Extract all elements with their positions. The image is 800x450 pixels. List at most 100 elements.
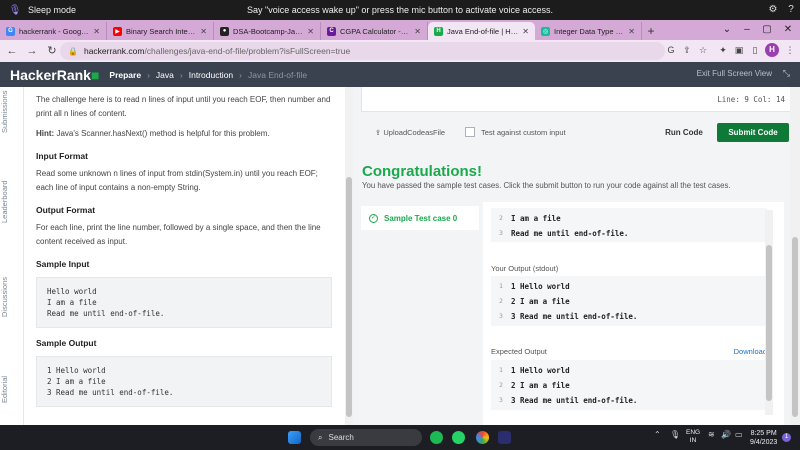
output-line: 11 Hello world [499, 365, 570, 375]
browser-tab[interactable]: C CGPA Calculator - Know Ho... ✕ [321, 22, 428, 40]
close-tab-icon[interactable]: ✕ [307, 27, 314, 36]
problem-statement: The challenge here is to read n lines of… [24, 87, 344, 425]
test-case-name: Sample Test case 0 [384, 213, 458, 223]
test-case-list: ✓ Sample Test case 0 [361, 202, 483, 425]
breadcrumb: Prepare › Java › Introduction › Java End… [109, 70, 307, 80]
run-code-button[interactable]: Run Code [656, 124, 712, 142]
sample-output-line: 2 I am a file [47, 377, 106, 386]
taskbar-search[interactable]: ⌕ Search [310, 429, 422, 446]
new-tab-button[interactable]: + [642, 22, 660, 40]
test-case-item[interactable]: ✓ Sample Test case 0 [361, 206, 479, 230]
your-output-box: 11 Hello world 22 I am a file 33 Read me… [491, 276, 767, 326]
test-results: ✓ Sample Test case 0 2I am a file 3 Read … [361, 202, 784, 425]
crumb-java[interactable]: Java [156, 70, 174, 80]
whatsapp-icon[interactable] [452, 431, 465, 444]
chrome-icon[interactable] [476, 431, 489, 444]
windows-taskbar: ⌕ Search ⌃ 🎙 ENG IN ≋ 🔊 ▭ 8:25 PM 9/4/2023… [0, 425, 800, 450]
output-line: 33 Read me until end-of-file. [499, 311, 638, 321]
browser-tab-strip: Ghackerrank - Google Search ✕ ▶ Binary Sear… [0, 20, 800, 40]
test-case-detail: 2I am a file 3 Read me until end-of-file.… [491, 202, 776, 425]
extensions-icon[interactable]: ✦ [716, 43, 730, 57]
browser-tab[interactable]: ● DSA-Bootcamp-Java/assig...✕ [214, 22, 321, 40]
lock-icon[interactable]: 🔒 [68, 47, 78, 56]
wifi-icon[interactable]: ≋ [708, 430, 715, 439]
collapse-icon[interactable]: ⤡ [783, 68, 790, 79]
close-tab-icon[interactable]: ✕ [414, 27, 421, 36]
tab-submissions[interactable]: Submissions [0, 87, 24, 137]
clock[interactable]: 8:25 PM 9/4/2023 [750, 429, 777, 447]
favicon-icon: C [327, 26, 336, 36]
chevron-up-icon[interactable]: ⌃ [654, 430, 661, 439]
output-line: 22 I am a file [499, 380, 570, 390]
submit-code-button[interactable]: Submit Code [717, 123, 789, 142]
mic-icon[interactable]: 🎙 [670, 430, 680, 439]
spotify-icon[interactable] [430, 431, 443, 444]
output-line: 2I am a file [499, 213, 561, 223]
address-bar[interactable]: 🔒 hackerrank.com/challenges/java-end-of-… [60, 42, 665, 60]
close-icon[interactable]: ✕ [778, 20, 798, 40]
profile-avatar[interactable]: H [765, 43, 779, 57]
sidepanel-icon[interactable]: ▯ [748, 43, 762, 57]
language-indicator[interactable]: ENG IN [686, 429, 700, 445]
close-tab-icon[interactable]: ✕ [628, 27, 635, 36]
intellij-icon[interactable] [498, 431, 511, 444]
check-circle-icon: ✓ [369, 213, 378, 223]
sample-output-line: 1 Hello world [47, 366, 106, 375]
favicon-icon: H [434, 26, 443, 36]
notification-badge[interactable]: 1 [782, 433, 791, 442]
google-icon[interactable]: G [664, 43, 678, 57]
volume-icon[interactable]: 🔊 [721, 430, 731, 439]
crumb-current: Java End-of-file [248, 69, 308, 80]
close-tab-icon[interactable]: ✕ [522, 27, 529, 36]
editor-pane-scrollbar[interactable] [790, 87, 800, 425]
input-box: 2I am a file 3 Read me until end-of-file. [491, 208, 767, 242]
gear-icon[interactable]: ⚙ [766, 3, 780, 17]
crumb-prepare[interactable]: Prepare [109, 70, 141, 80]
menu-icon[interactable]: ⋮ [783, 43, 797, 57]
share-icon[interactable]: ⇪ [680, 43, 694, 57]
sample-input-line: Hello world [47, 287, 97, 296]
tab-leaderboard[interactable]: Leaderboard [0, 172, 24, 232]
sample-output-box: 1 Hello world 2 I am a file 3 Read me un… [36, 356, 332, 407]
upload-code-button[interactable]: ⇪ UploadCodeasFile [375, 128, 445, 137]
reload-icon[interactable]: ↻ [44, 43, 60, 59]
exit-full-screen-link[interactable]: Exit Full Screen View [697, 69, 772, 78]
congrats-heading: Congratulations! [362, 163, 482, 180]
results-scrollbar[interactable] [765, 210, 773, 415]
taskbar-search-label: Search [328, 433, 354, 442]
url-host: hackerrank.com [83, 46, 145, 56]
star-icon[interactable]: ☆ [696, 43, 710, 57]
chevron-down-icon[interactable]: ⌄ [717, 20, 737, 40]
crumb-introduction[interactable]: Introduction [189, 70, 233, 80]
windows-start-icon[interactable] [288, 431, 301, 444]
forward-icon[interactable]: → [24, 43, 40, 59]
maximize-icon[interactable]: ▢ [757, 20, 777, 40]
tab-editorial[interactable]: Editorial [0, 367, 24, 412]
browser-tab[interactable]: ▶ Binary Search Interview Qu... ✕ [107, 22, 214, 40]
minimize-icon[interactable]: – [737, 20, 757, 40]
tab-title: Integer Data Type Check [554, 26, 625, 36]
tab-discussions[interactable]: Discussions [0, 267, 24, 327]
close-tab-icon[interactable]: ✕ [200, 27, 207, 36]
close-tab-icon[interactable]: ✕ [93, 27, 100, 36]
download-link[interactable]: Download [734, 347, 767, 356]
tab-title: Binary Search Interview Qu... [126, 26, 196, 36]
browser-tab[interactable]: H Java End-of-file | HackerRa...✕ [428, 22, 535, 40]
battery-icon[interactable]: ▭ [735, 430, 743, 439]
scrollbar-thumb[interactable] [766, 245, 772, 401]
scrollbar-thumb[interactable] [792, 237, 798, 417]
back-icon[interactable]: ← [4, 43, 20, 59]
output-line: 33 Read me until end-of-file. [499, 395, 638, 405]
scrollbar-thumb[interactable] [346, 177, 352, 417]
media-icon[interactable]: ▣ [732, 43, 746, 57]
chevron-right-icon: › [179, 69, 183, 80]
hackerrank-logo[interactable]: HackerRank■ [10, 67, 99, 83]
code-editor[interactable]: Line: 9 Col: 14 [361, 87, 792, 112]
custom-input-checkbox[interactable] [465, 127, 475, 137]
tab-title: DSA-Bootcamp-Java/assig... [233, 26, 304, 36]
favicon-icon: ▶ [113, 26, 122, 36]
help-icon[interactable]: ? [784, 3, 798, 17]
problem-scrollbar[interactable] [345, 87, 353, 425]
browser-tab[interactable]: Ghackerrank - Google Search ✕ [0, 22, 107, 40]
browser-tab[interactable]: ◎ Integer Data Type Check✕ [535, 22, 642, 40]
